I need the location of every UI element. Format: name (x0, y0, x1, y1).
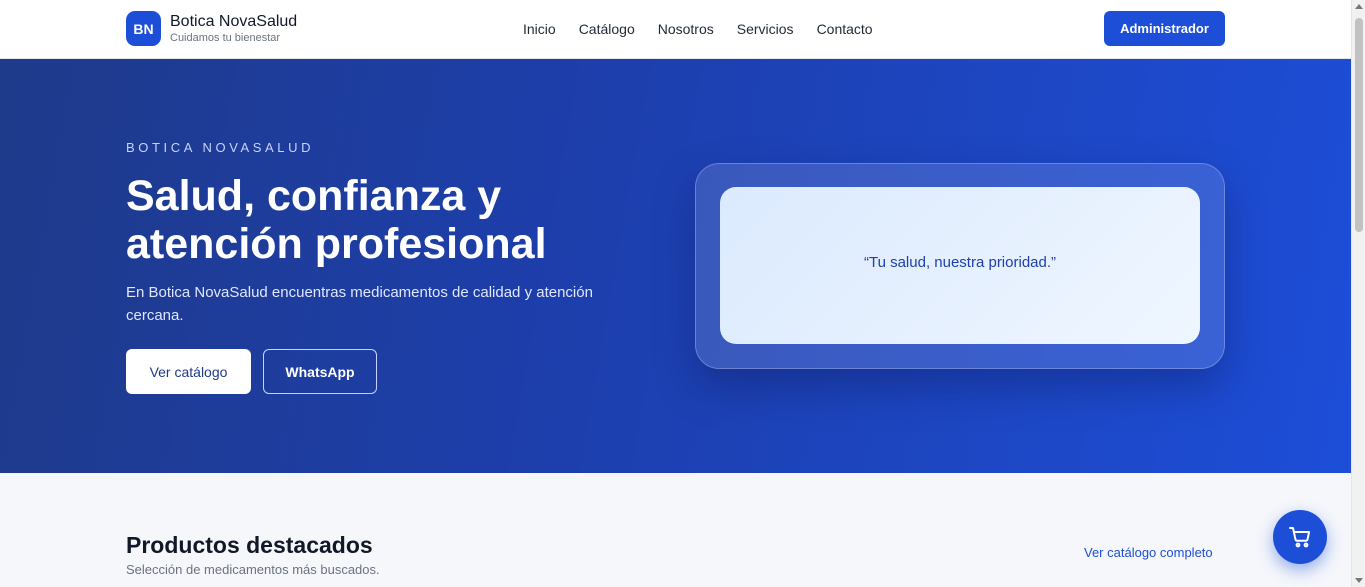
hero-title-line1: Salud, confianza y (126, 172, 502, 220)
nav-nosotros[interactable]: Nosotros (658, 20, 714, 38)
featured-products-title: Productos destacados (126, 532, 373, 558)
hero-title: Salud, confianza y atención profesional (126, 172, 626, 268)
view-catalog-button[interactable]: Ver catálogo (126, 349, 251, 394)
hero-description: En Botica NovaSalud encuentras medicamen… (126, 284, 593, 324)
quote-panel: “Tu salud, nuestra prioridad.” (720, 187, 1200, 344)
hero-section: BOTICA NOVASALUD Salud, confianza y aten… (0, 59, 1351, 473)
page-scrollbar[interactable] (1351, 0, 1365, 587)
hero-title-line2: atención profesional (126, 220, 547, 268)
quote-card: “Tu salud, nuestra prioridad.” (695, 163, 1225, 369)
brand[interactable]: BN Botica NovaSalud Cuidamos tu bienesta… (126, 11, 297, 46)
brand-logo[interactable]: BN (126, 11, 161, 46)
site-header: BN Botica NovaSalud Cuidamos tu bienesta… (0, 0, 1351, 59)
view-full-catalog-link[interactable]: Ver catálogo completo (1084, 545, 1213, 560)
brand-name[interactable]: Botica NovaSalud (170, 13, 297, 31)
brand-text: Botica NovaSalud Cuidamos tu bienestar (170, 13, 297, 45)
featured-products-subtitle: Selección de medicamentos más buscados. (126, 562, 380, 577)
cart-button[interactable] (1273, 510, 1327, 564)
admin-button[interactable]: Administrador (1104, 11, 1225, 46)
scroll-up-arrow-icon[interactable] (1355, 4, 1363, 9)
nav-servicios[interactable]: Servicios (737, 20, 794, 38)
hero-eyebrow: BOTICA NOVASALUD (126, 140, 315, 155)
nav-contacto[interactable]: Contacto (817, 20, 873, 38)
nav-inicio[interactable]: Inicio (523, 20, 556, 38)
scroll-thumb[interactable] (1355, 18, 1363, 232)
quote-text: “Tu salud, nuestra prioridad.” (863, 254, 1057, 271)
cart-icon (1289, 527, 1310, 548)
brand-tagline: Cuidamos tu bienestar (170, 31, 281, 44)
nav-catalogo[interactable]: Catálogo (579, 20, 635, 38)
scroll-down-arrow-icon[interactable] (1355, 578, 1363, 583)
whatsapp-button[interactable]: WhatsApp (263, 349, 377, 394)
main-nav: Inicio Catálogo Nosotros Servicios Conta… (523, 20, 873, 38)
